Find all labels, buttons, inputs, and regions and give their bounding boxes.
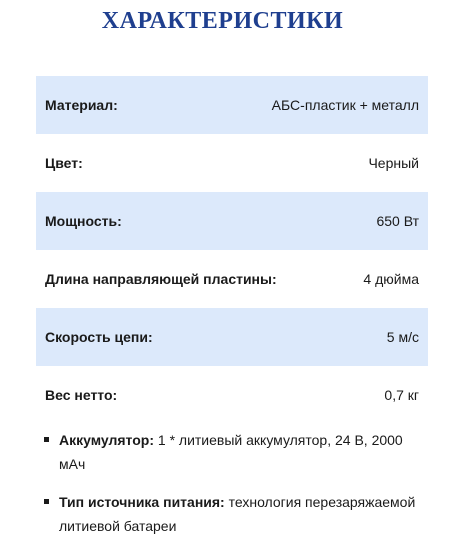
spec-row-bar-length: Длина направляющей пластины: 4 дюйма (36, 250, 428, 308)
spec-row-power: Мощность: 650 Вт (36, 192, 428, 250)
spec-table: Материал: АБС-пластик + металл Цвет: Чер… (36, 76, 428, 424)
spec-value: 4 дюйма (363, 271, 419, 287)
spec-label: Мощность: (45, 213, 122, 229)
feature-list: Аккумулятор: 1 * литиевый аккумулятор, 2… (36, 428, 416, 552)
bullet-label: Тип источника питания: (59, 494, 225, 510)
spec-value: 0,7 кг (384, 387, 419, 403)
spec-value: АБС-пластик + металл (271, 97, 419, 113)
spec-label: Материал: (45, 97, 118, 113)
spec-value: Черный (368, 155, 419, 171)
list-item-battery: Аккумулятор: 1 * литиевый аккумулятор, 2… (36, 428, 416, 476)
list-item-power-source: Тип источника питания: технология переза… (36, 490, 416, 538)
square-bullet-icon (44, 437, 49, 442)
spec-row-net-weight: Вес нетто: 0,7 кг (36, 366, 428, 424)
bullet-label: Аккумулятор: (59, 432, 154, 448)
spec-label: Вес нетто: (45, 387, 118, 403)
spec-row-chain-speed: Скорость цепи: 5 м/с (36, 308, 428, 366)
page-title: ХАРАКТЕРИСТИКИ (101, 8, 344, 34)
spec-value: 650 Вт (376, 213, 419, 229)
spec-label: Длина направляющей пластины: (45, 271, 277, 287)
square-bullet-icon (44, 499, 49, 504)
spec-label: Цвет: (45, 155, 83, 171)
spec-row-color: Цвет: Черный (36, 134, 428, 192)
spec-label: Скорость цепи: (45, 329, 153, 345)
spec-value: 5 м/с (386, 329, 419, 345)
spec-row-material: Материал: АБС-пластик + металл (36, 76, 428, 134)
